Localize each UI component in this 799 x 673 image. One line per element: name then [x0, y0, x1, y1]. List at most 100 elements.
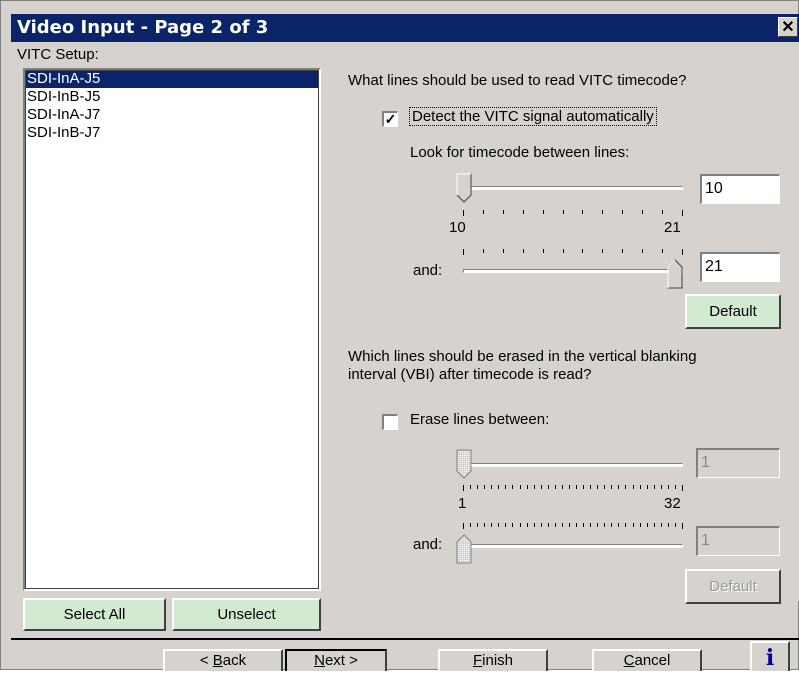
- info-icon: i: [765, 645, 775, 671]
- tick-mark: [640, 485, 641, 489]
- tick-mark: [682, 485, 683, 491]
- tick-mark: [477, 523, 478, 527]
- tick-mark: [534, 485, 535, 489]
- tick-mark: [569, 523, 570, 527]
- unselect-button[interactable]: Unselect: [172, 598, 321, 631]
- tick-mark: [582, 210, 583, 214]
- tick-mark: [661, 523, 662, 527]
- tick-mark: [633, 523, 634, 527]
- cancel-button[interactable]: Cancel: [592, 649, 702, 671]
- tick-mark: [611, 523, 612, 527]
- vitc-question: What lines should be used to read VITC t…: [348, 72, 687, 89]
- tick-mark: [582, 249, 583, 253]
- tick-mark: [563, 210, 564, 214]
- list-item[interactable]: SDI-InA-J5: [25, 70, 319, 88]
- next-label: ext >: [324, 652, 358, 669]
- tick-mark: [463, 523, 464, 529]
- tick-mark: [505, 523, 506, 527]
- wizard-window: Video Input - Page 2 of 3 ✕ VITC Setup: …: [0, 0, 799, 671]
- tick-mark: [604, 523, 605, 527]
- erase-default-button: Default: [685, 569, 781, 604]
- tick-mark: [642, 249, 643, 253]
- tick-mark: [520, 523, 521, 527]
- tick-mark: [590, 485, 591, 489]
- tick-mark: [527, 523, 528, 527]
- tick-mark: [512, 485, 513, 489]
- input-list[interactable]: SDI-InA-J5 SDI-InB-J5 SDI-InA-J7 SDI-InB…: [23, 68, 321, 591]
- tick-mark: [662, 249, 663, 253]
- list-item[interactable]: SDI-InB-J7: [25, 124, 319, 142]
- tick-mark: [668, 485, 669, 489]
- tick-mark: [505, 485, 506, 489]
- vitc-start-input[interactable]: 10: [700, 174, 780, 204]
- erase-end-input: 1: [696, 526, 780, 556]
- footer-separator: [11, 638, 799, 640]
- title-bar: Video Input - Page 2 of 3 ✕: [11, 14, 799, 42]
- tick-mark: [604, 485, 605, 489]
- slider-ticks: [463, 249, 683, 255]
- tick-mark: [622, 210, 623, 214]
- tick-mark: [498, 523, 499, 527]
- next-button[interactable]: Next >: [285, 649, 387, 671]
- slider-track: [463, 463, 683, 467]
- erase-range-max-label: 32: [664, 495, 681, 512]
- tick-mark: [662, 210, 663, 214]
- tick-mark: [477, 485, 478, 489]
- tick-mark: [484, 523, 485, 527]
- tick-mark: [470, 523, 471, 527]
- info-button[interactable]: i: [750, 641, 790, 671]
- tick-mark: [633, 485, 634, 489]
- slider-ticks: [463, 523, 683, 529]
- look-for-timecode-label: Look for timecode between lines:: [410, 144, 630, 161]
- vitc-setup-label: VITC Setup:: [17, 46, 99, 63]
- tick-mark: [534, 523, 535, 527]
- tick-mark: [590, 523, 591, 527]
- tick-mark: [543, 210, 544, 214]
- list-item[interactable]: SDI-InA-J7: [25, 106, 319, 124]
- erase-lines-label[interactable]: Erase lines between:: [410, 411, 549, 428]
- tick-mark: [463, 210, 464, 216]
- select-all-button[interactable]: Select All: [23, 598, 166, 631]
- tick-mark: [483, 249, 484, 253]
- tick-mark: [675, 523, 676, 527]
- next-mnemonic: N: [314, 652, 325, 669]
- close-button[interactable]: ✕: [778, 17, 798, 37]
- tick-mark: [661, 485, 662, 489]
- slider-ticks: [463, 485, 683, 491]
- tick-mark: [654, 485, 655, 489]
- list-item[interactable]: SDI-InB-J5: [25, 88, 319, 106]
- tick-mark: [602, 210, 603, 214]
- tick-mark: [583, 523, 584, 527]
- and-label: and:: [413, 262, 443, 279]
- vitc-end-input[interactable]: 21: [700, 252, 780, 282]
- tick-mark: [541, 485, 542, 489]
- tick-mark: [625, 523, 626, 527]
- tick-mark: [597, 523, 598, 527]
- back-button[interactable]: < Back: [163, 649, 283, 671]
- detect-vitc-label[interactable]: Detect the VITC signal automatically: [409, 107, 657, 126]
- vitc-start-slider-thumb[interactable]: [456, 173, 472, 203]
- tick-mark: [668, 523, 669, 527]
- tick-mark: [543, 249, 544, 253]
- tick-mark: [463, 249, 464, 255]
- tick-mark: [548, 523, 549, 527]
- tick-mark: [622, 249, 623, 253]
- tick-mark: [647, 523, 648, 527]
- tick-mark: [640, 523, 641, 527]
- tick-mark: [675, 485, 676, 489]
- erase-start-input: 1: [696, 448, 780, 478]
- tick-mark: [618, 485, 619, 489]
- tick-mark: [576, 485, 577, 489]
- vitc-default-button[interactable]: Default: [685, 294, 781, 329]
- erase-lines-checkbox[interactable]: [382, 414, 398, 430]
- vitc-end-slider-thumb[interactable]: [667, 259, 683, 289]
- tick-mark: [654, 523, 655, 527]
- tick-mark: [527, 485, 528, 489]
- erase-question-line2: interval (VBI) after timecode is read?: [348, 366, 592, 383]
- detect-vitc-checkbox[interactable]: ✓: [382, 111, 398, 127]
- finish-button[interactable]: Finish: [438, 649, 548, 671]
- tick-mark: [583, 485, 584, 489]
- slider-track: [463, 269, 683, 273]
- tick-mark: [523, 210, 524, 214]
- tick-mark: [562, 523, 563, 527]
